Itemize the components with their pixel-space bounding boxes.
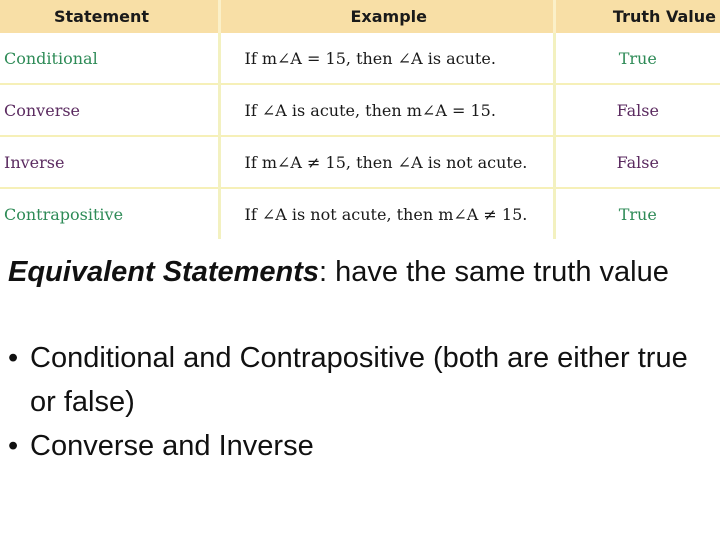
truth-value-cell: True — [618, 204, 657, 224]
example-cell: If m∠A ≠ 15, then ∠A is not acute. — [219, 136, 556, 189]
bullet-item: • Conditional and Contrapositive (both a… — [8, 336, 708, 424]
bullet-text: Conditional and Contrapositive (both are… — [30, 342, 688, 418]
bullet-icon: • — [8, 430, 19, 462]
slide-body: Equivalent Statements: have the same tru… — [8, 250, 708, 468]
header-statement: Statement — [0, 0, 221, 33]
truth-value-cell: False — [554, 136, 720, 189]
statement-cell: Converse — [0, 84, 221, 137]
bullet-item: • Converse and Inverse — [8, 424, 708, 468]
example-cell: If ∠A is not acute, then m∠A ≠ 15. — [219, 188, 556, 239]
table-row: Contrapositive If ∠A is not acute, then … — [0, 188, 720, 239]
bullet-text: Converse and Inverse — [30, 430, 314, 462]
table-row: Inverse If m∠A ≠ 15, then ∠A is not acut… — [0, 136, 720, 189]
example-cell: If m∠A = 15, then ∠A is acute. — [219, 33, 556, 85]
definition-term: Equivalent Statements — [8, 256, 320, 288]
truth-value-cell: False — [554, 84, 720, 137]
statement-cell: Contrapositive — [0, 188, 221, 239]
example-cell: If ∠A is acute, then m∠A = 15. — [219, 84, 556, 137]
table-header-row: Statement Example Truth Value — [0, 0, 720, 33]
statements-table: Statement Example Truth Value Conditiona… — [0, 0, 720, 239]
header-example: Example — [219, 0, 556, 33]
table-row: Converse If ∠A is acute, then m∠A = 15. … — [0, 84, 720, 137]
header-truth-value: Truth Value — [554, 0, 720, 33]
truth-value-cell: True — [554, 33, 720, 85]
bullet-list: • Conditional and Contrapositive (both a… — [8, 336, 708, 468]
table-row: Conditional If m∠A = 15, then ∠A is acut… — [0, 33, 720, 85]
bullet-icon: • — [8, 342, 19, 374]
statement-cell: Inverse — [0, 136, 221, 189]
definition: Equivalent Statements: have the same tru… — [8, 250, 708, 294]
definition-text: : have the same truth value — [319, 256, 669, 288]
statement-cell: Conditional — [0, 33, 221, 85]
